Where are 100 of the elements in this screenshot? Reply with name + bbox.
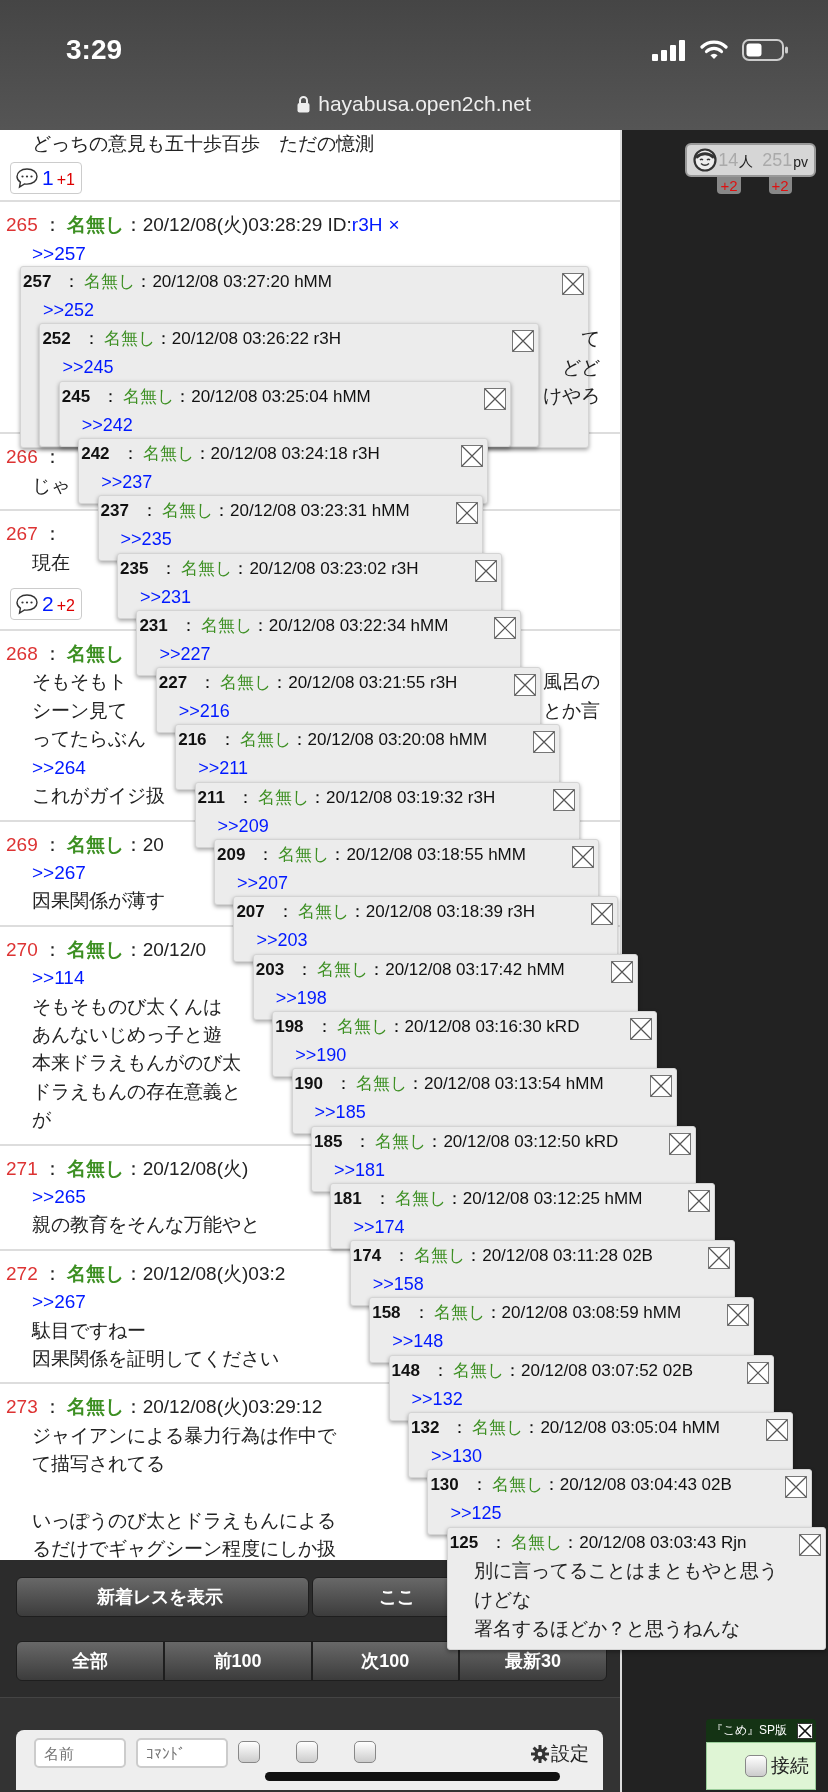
post-text: シーン見て	[32, 698, 127, 723]
widget-title: 『こめ』SP版	[711, 1722, 787, 1739]
poster-name: 名無し	[433, 1302, 485, 1325]
poster-name: 名無し	[414, 1245, 466, 1268]
post-text: るだけでギャグシーン程度にしか扱	[32, 1537, 336, 1560]
poster-name: 名無し	[161, 500, 213, 523]
poster-name: 名無し	[123, 385, 175, 408]
poster-name: 名無し	[66, 1396, 124, 1418]
separator: ：	[451, 1417, 469, 1439]
post-number: 181	[333, 1187, 362, 1210]
post-number: 185	[314, 1130, 343, 1153]
post-date: ：20/12/08 03:03:43 Rjn	[562, 1531, 747, 1554]
separator: ：	[431, 1359, 449, 1382]
post-text: 本来ドラえもんがのび太	[32, 1051, 241, 1076]
separator: ：	[121, 442, 139, 465]
separator: ：	[82, 328, 100, 351]
separator: ：	[334, 1073, 352, 1096]
separator: ：	[42, 643, 62, 665]
poster-name: 名無し	[84, 271, 136, 293]
poster-name: 名無し	[452, 1359, 504, 1382]
poster-name: 名無し	[181, 557, 233, 580]
separator: ：	[315, 1015, 333, 1038]
separator: ：	[42, 1262, 62, 1284]
post-text: そもそものび太くんは	[32, 994, 222, 1019]
post-number: 227	[158, 672, 188, 695]
separator: ：	[42, 214, 62, 236]
separator: ：	[42, 446, 62, 468]
post-date: ：20/12/08 03:23:31 hMM	[212, 500, 410, 523]
post-number: 130	[430, 1474, 459, 1497]
separator: ：	[102, 385, 120, 408]
poster-name: 名無し	[103, 328, 155, 351]
post-number: 148	[391, 1359, 420, 1382]
poster-name: 名無し	[258, 786, 310, 809]
view-increase: +2	[768, 177, 792, 194]
post-number: 245	[61, 385, 91, 408]
post-text: ジャイアンによる暴力行為は作中で	[32, 1423, 336, 1448]
poster-name: 名無し	[66, 833, 124, 855]
post-date: ：20	[123, 833, 164, 855]
status-time: 3:29	[66, 34, 123, 66]
post-date: ：20/12/08(火)	[123, 1157, 249, 1179]
post-text: どっちの意見も五十歩百歩 ただの憶測	[31, 132, 375, 156]
separator: ：	[257, 844, 275, 866]
separator: ：	[296, 958, 314, 981]
poster-name: 名無し	[239, 729, 291, 752]
post-date: ：20/12/08 03:25:04 hMM	[174, 385, 371, 408]
post-date: ：20/12/08 03:27:20 hMM	[135, 271, 332, 293]
view-unit: pv	[793, 154, 808, 170]
poster-name: 名無し	[297, 901, 349, 924]
poster-name: 名無し	[511, 1531, 563, 1554]
post-date: ：20/12/08 03:24:18 r3H	[193, 442, 380, 465]
post-number: 207	[236, 901, 265, 924]
poster-name: 名無し	[142, 442, 194, 465]
post-date: ：20/12/08 03:18:39 r3H	[348, 901, 535, 924]
separator: ：	[276, 901, 294, 924]
separator: ：	[42, 833, 62, 855]
post-text: そもそもト	[32, 670, 127, 695]
post-text: ドラえもんの存在意義と	[32, 1079, 241, 1104]
post-date: ：20/12/08(火)03:29:12	[123, 1396, 323, 1418]
post-date: ：20/12/08 03:26:22 r3H	[154, 328, 341, 351]
post-number: 257	[23, 271, 52, 293]
post-text: 因果関係が薄す	[32, 889, 165, 914]
separator: ：	[218, 729, 236, 752]
post-text: て描写されてる	[32, 1452, 165, 1477]
post-number: 237	[100, 500, 129, 523]
post-date: ：20/12/08 03:20:08 hMM	[290, 729, 488, 752]
separator: ：	[393, 1245, 411, 1268]
post-text: どど	[562, 355, 600, 380]
post-text: じゃ	[32, 473, 70, 498]
post-text: とか言	[543, 698, 600, 723]
separator: ：	[160, 557, 178, 580]
post-number: 252	[42, 328, 71, 351]
new-reply-count: +1	[56, 171, 75, 190]
post-number: 132	[411, 1417, 440, 1439]
poster-name: 名無し	[220, 672, 272, 695]
post-date: ：20/12/08 03:23:02 r3H	[232, 557, 419, 580]
post-text: 駄目ですねー	[32, 1318, 146, 1343]
separator: ：	[63, 271, 81, 293]
separator: ：	[199, 672, 217, 695]
reply-count: 1	[42, 166, 54, 191]
post-number: 235	[120, 557, 149, 580]
post-text: けやろ	[543, 384, 600, 409]
separator: ：	[140, 500, 158, 523]
post-text: 署名するほどか？と思うねんな	[472, 1616, 741, 1641]
separator: ：	[354, 1130, 372, 1153]
post-text: あんないじめっ子と遊	[32, 1022, 222, 1047]
post-date: ：20/12/08 03:18:55 hMM	[329, 844, 526, 866]
poster-name: 名無し	[66, 1262, 124, 1284]
separator: ：	[42, 1396, 62, 1418]
poster-name: 名無し	[200, 614, 252, 637]
post-date: ：20/12/08 03:12:50 kRD	[426, 1130, 619, 1153]
post-number: 198	[275, 1015, 304, 1038]
post-text: が	[32, 1108, 51, 1133]
poster-name: 名無し	[394, 1187, 446, 1210]
post-date: ：20/12/0	[123, 938, 207, 960]
post-date: ：20/12/08 03:05:04 hMM	[523, 1417, 720, 1439]
post-date: ：20/12/08 03:16:30 kRD	[387, 1015, 580, 1038]
separator: ：	[373, 1187, 391, 1210]
separator: ：	[490, 1531, 508, 1554]
poster-name: 名無し	[336, 1015, 388, 1038]
post-number: 190	[294, 1073, 323, 1096]
